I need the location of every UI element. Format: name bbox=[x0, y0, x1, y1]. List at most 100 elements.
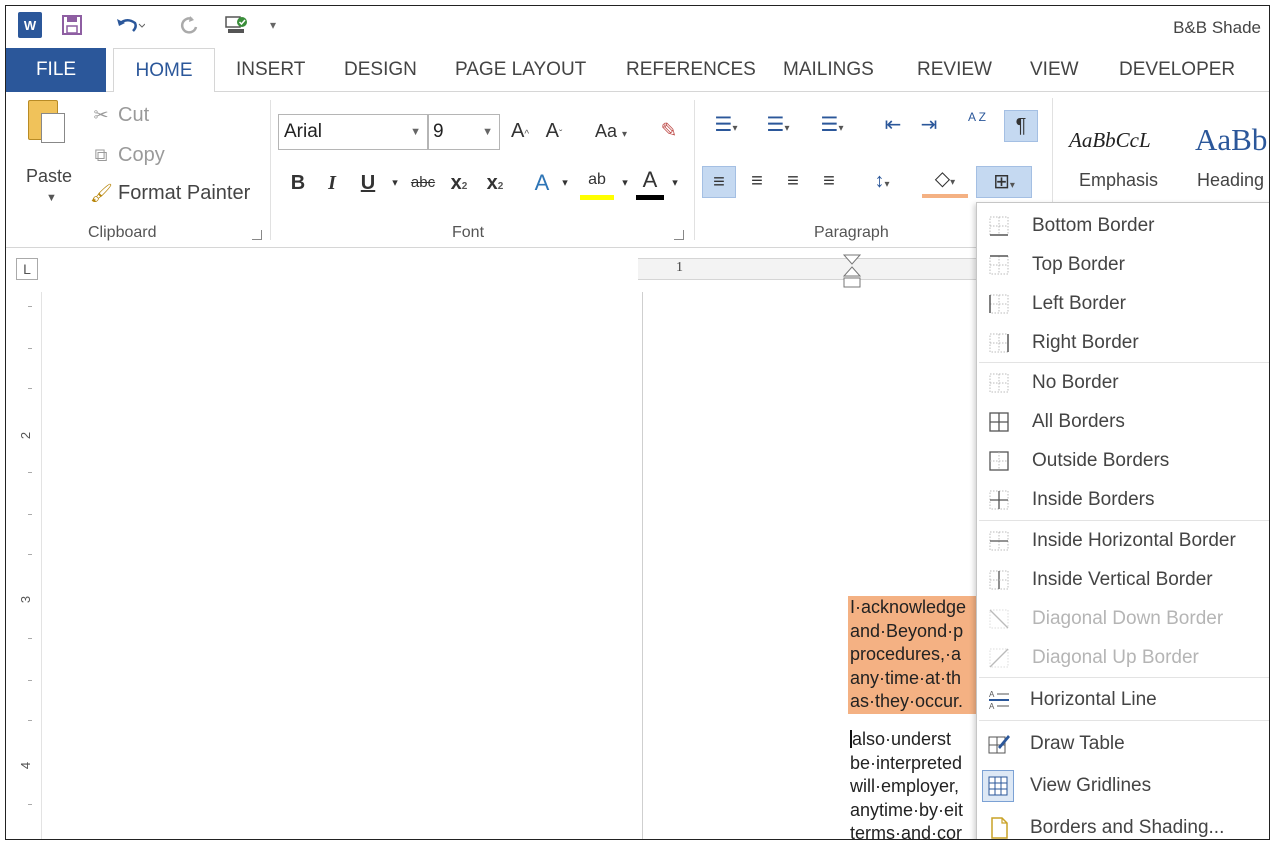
chevron-down-icon[interactable]: ▾ bbox=[558, 168, 572, 200]
decrease-indent-icon[interactable]: ⇤ bbox=[876, 110, 910, 142]
menu-item-draw-table[interactable]: Draw Table bbox=[977, 725, 1269, 763]
menu-item-inside-horizontal-border[interactable]: Inside Horizontal Border bbox=[977, 522, 1269, 560]
shrink-font-icon[interactable]: Aˇ bbox=[542, 116, 566, 148]
sort-icon[interactable]: A Z bbox=[962, 110, 992, 142]
change-case-button[interactable]: Aa ▾ bbox=[588, 116, 634, 148]
copy-button[interactable]: ⧉ Copy bbox=[90, 144, 165, 167]
clear-formatting-icon[interactable]: ✎ bbox=[656, 116, 682, 148]
font-color-button[interactable]: A bbox=[636, 168, 664, 200]
menu-item-label: All Borders bbox=[1032, 411, 1125, 432]
tab-page-layout[interactable]: PAGE LAYOUT bbox=[455, 48, 586, 92]
subscript-button[interactable]: x2 bbox=[446, 168, 472, 200]
justify-icon[interactable]: ≡ bbox=[812, 166, 846, 198]
quick-access-toolbar: W ▾ B&B Shade bbox=[6, 6, 1269, 48]
menu-item-right-border[interactable]: Right Border bbox=[977, 324, 1269, 362]
font-size-dropdown[interactable]: 9 ▼ bbox=[428, 114, 500, 150]
text-highlight-button[interactable]: ab bbox=[580, 168, 614, 200]
text-effects-icon[interactable]: A bbox=[528, 168, 556, 200]
bold-button[interactable]: B bbox=[286, 168, 310, 200]
body-paragraph[interactable]: also·underst be·interpreted will·employe… bbox=[848, 728, 988, 839]
svg-text:A: A bbox=[989, 690, 995, 699]
text-line: procedures,·a bbox=[850, 644, 962, 664]
multilevel-list-icon[interactable]: ☰▾ bbox=[808, 110, 856, 142]
menu-item-top-border[interactable]: Top Border bbox=[977, 246, 1269, 284]
menu-item-label: Top Border bbox=[1032, 254, 1125, 275]
cut-button[interactable]: ✂ Cut bbox=[90, 104, 149, 127]
tab-review[interactable]: REVIEW bbox=[917, 48, 992, 92]
menu-item-diagonal-up-border: Diagonal Up Border bbox=[977, 639, 1269, 677]
menu-item-label: Borders and Shading... bbox=[1030, 817, 1225, 838]
redo-icon[interactable] bbox=[178, 12, 202, 38]
clipboard-launcher-icon[interactable] bbox=[252, 230, 262, 240]
tab-file[interactable]: FILE bbox=[6, 48, 106, 92]
menu-item-horizontal-line[interactable]: AA Horizontal Line bbox=[977, 681, 1269, 719]
menu-item-label: Inside Vertical Border bbox=[1032, 569, 1213, 590]
borders-dropdown-menu: Bottom Border Top Border Left Border Rig… bbox=[976, 202, 1269, 839]
line-spacing-icon[interactable]: ↕▾ bbox=[858, 166, 906, 198]
align-right-icon[interactable]: ≡ bbox=[776, 166, 810, 198]
center-icon[interactable]: ≡ bbox=[740, 166, 774, 198]
word-logo-icon: W bbox=[18, 12, 42, 38]
underline-button[interactable]: U bbox=[356, 168, 380, 200]
increase-indent-icon[interactable]: ⇥ bbox=[912, 110, 946, 142]
customize-toolbar-icon[interactable]: ▾ bbox=[266, 12, 280, 38]
superscript-button[interactable]: x2 bbox=[482, 168, 508, 200]
menu-item-all-borders[interactable]: All Borders bbox=[977, 403, 1269, 441]
tab-view[interactable]: VIEW bbox=[1030, 48, 1079, 92]
ruler-number: 2 bbox=[18, 431, 34, 440]
font-name-dropdown[interactable]: Arial ▼ bbox=[278, 114, 428, 150]
strikethrough-button[interactable]: abc bbox=[406, 168, 440, 200]
menu-item-bottom-border[interactable]: Bottom Border bbox=[977, 207, 1269, 245]
tab-design[interactable]: DESIGN bbox=[344, 48, 417, 92]
save-icon[interactable] bbox=[60, 12, 84, 38]
indent-marker-icon[interactable] bbox=[843, 254, 861, 292]
tab-insert[interactable]: INSERT bbox=[236, 48, 305, 92]
tab-home[interactable]: HOME bbox=[113, 48, 215, 93]
tab-developer[interactable]: DEVELOPER bbox=[1119, 48, 1235, 92]
view-gridlines-icon bbox=[982, 770, 1014, 802]
italic-button[interactable]: I bbox=[320, 168, 344, 200]
show-formatting-marks-icon[interactable]: ¶ bbox=[1004, 110, 1038, 142]
text-line: any·time·at·th bbox=[850, 667, 962, 688]
vertical-ruler[interactable]: 2 3 4 bbox=[18, 292, 42, 839]
outside-borders-icon bbox=[987, 449, 1011, 473]
grow-font-icon[interactable]: A^ bbox=[508, 116, 532, 148]
menu-item-left-border[interactable]: Left Border bbox=[977, 285, 1269, 323]
menu-separator bbox=[979, 520, 1269, 521]
menu-item-view-gridlines[interactable]: View Gridlines bbox=[977, 767, 1269, 805]
menu-separator bbox=[979, 677, 1269, 678]
borders-button[interactable]: ⊞▾ bbox=[976, 166, 1032, 198]
ribbon-tabs: FILE HOME INSERT DESIGN PAGE LAYOUT REFE… bbox=[6, 48, 1269, 93]
bullets-icon[interactable]: ☰▾ bbox=[704, 110, 748, 142]
ruler-number: 3 bbox=[18, 595, 34, 604]
font-launcher-icon[interactable] bbox=[674, 230, 684, 240]
shading-icon[interactable]: ◇▾ bbox=[922, 166, 968, 198]
tab-selector[interactable]: L bbox=[16, 258, 38, 280]
style-name: Emphasis bbox=[1079, 170, 1159, 190]
undo-icon[interactable] bbox=[112, 12, 148, 38]
paragraph-group-label: Paragraph bbox=[814, 224, 889, 241]
menu-item-borders-and-shading[interactable]: Borders and Shading... bbox=[977, 809, 1269, 839]
chevron-down-icon[interactable]: ▼ bbox=[46, 192, 57, 204]
numbering-icon[interactable]: ☰▾ bbox=[756, 110, 800, 142]
menu-item-label: Inside Borders bbox=[1032, 489, 1155, 510]
ruler-tick bbox=[28, 638, 32, 639]
menu-item-inside-vertical-border[interactable]: Inside Vertical Border bbox=[977, 561, 1269, 599]
tab-references[interactable]: REFERENCES bbox=[626, 48, 756, 92]
align-left-icon[interactable]: ≡ bbox=[702, 166, 736, 198]
chevron-down-icon[interactable]: ▾ bbox=[388, 168, 402, 200]
horizontal-line-icon: AA bbox=[987, 688, 1011, 712]
format-painter-button[interactable]: 🖌 Format Painter bbox=[90, 182, 250, 205]
chevron-down-icon[interactable]: ▾ bbox=[618, 168, 632, 200]
tab-mailings[interactable]: MAILINGS bbox=[783, 48, 874, 92]
paintbrush-icon: 🖌 bbox=[90, 183, 113, 203]
menu-item-outside-borders[interactable]: Outside Borders bbox=[977, 442, 1269, 480]
spelling-check-icon[interactable] bbox=[222, 12, 252, 38]
chevron-down-icon[interactable]: ▾ bbox=[668, 168, 682, 200]
menu-item-no-border[interactable]: No Border bbox=[977, 364, 1269, 402]
highlighted-paragraph[interactable]: I·acknowledge and·Beyond·p procedures,·a… bbox=[848, 596, 988, 714]
menu-item-label: View Gridlines bbox=[1030, 775, 1152, 796]
menu-item-inside-borders[interactable]: Inside Borders bbox=[977, 481, 1269, 519]
ruler-tick bbox=[28, 720, 32, 721]
horizontal-ruler[interactable]: 1 bbox=[638, 254, 978, 288]
